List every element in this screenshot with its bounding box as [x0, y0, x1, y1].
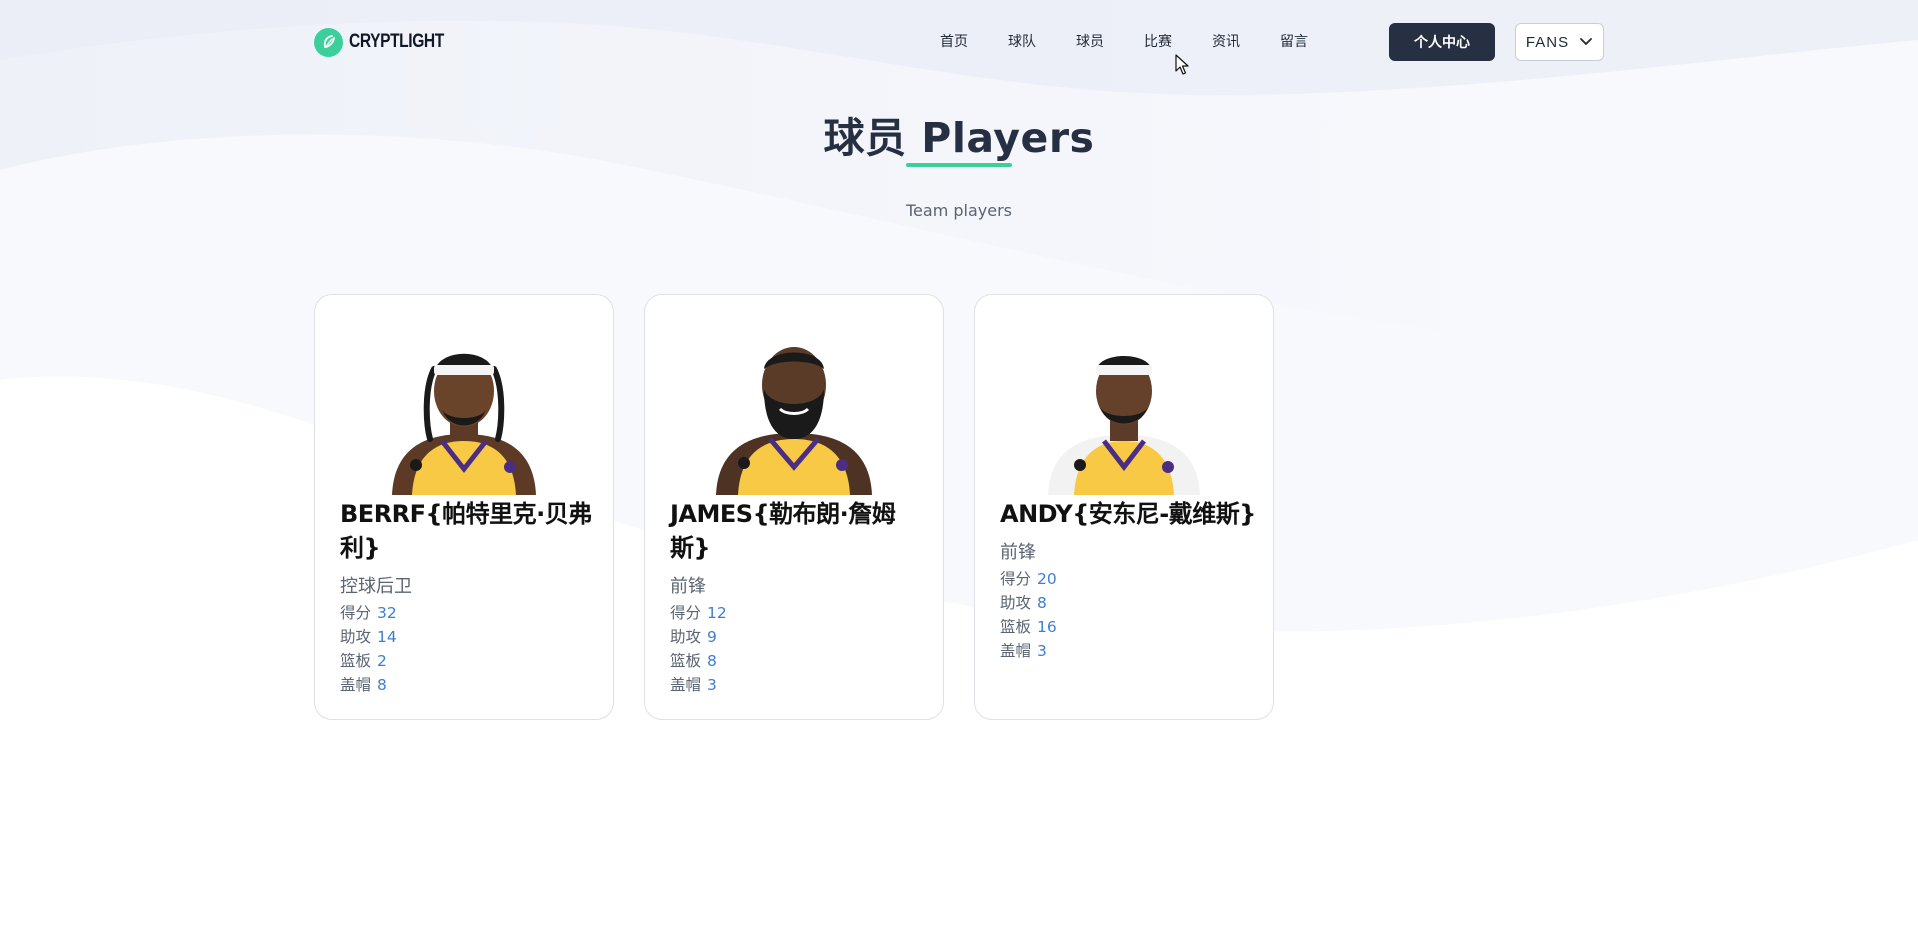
main-nav: 首页 球队 球员 比赛 资讯 留言 [940, 31, 1348, 53]
player-position: 前锋 [670, 576, 706, 597]
player-position: 前锋 [1000, 542, 1036, 563]
stat-label: 得分 [670, 604, 702, 622]
stat-label: 盖帽 [340, 676, 372, 694]
stat-value: 32 [377, 604, 397, 622]
stat-value: 14 [377, 628, 397, 646]
player-card[interactable]: ANDY{安东尼-戴维斯} 前锋 得分 20 助攻 8 篮板 16 盖帽 3 [974, 294, 1274, 720]
player-photo [392, 353, 536, 495]
title-underline [906, 163, 1012, 167]
nav-item-news[interactable]: 资讯 [1212, 31, 1280, 53]
player-card[interactable]: BERRF{帕特里克·贝弗利} 控球后卫 得分 32 助攻 14 篮板 2 盖帽 8 [314, 294, 614, 720]
fans-dropdown[interactable]: FANS [1515, 23, 1604, 61]
stat-rebounds: 篮板 2 [340, 649, 590, 673]
stat-value: 8 [377, 676, 387, 694]
stat-value: 8 [707, 652, 717, 670]
stat-value: 3 [707, 676, 717, 694]
stat-blocks: 盖帽 8 [340, 673, 590, 697]
player-stats: 前锋 得分 12 助攻 9 篮板 8 盖帽 3 [670, 575, 920, 697]
stat-label: 助攻 [670, 628, 702, 646]
stat-label: 得分 [1000, 570, 1032, 588]
stat-label: 助攻 [340, 628, 372, 646]
nav-item-home[interactable]: 首页 [940, 31, 1008, 53]
fans-dropdown-label: FANS [1525, 33, 1570, 51]
stat-label: 助攻 [1000, 594, 1032, 612]
personal-center-label: 个人中心 [1414, 35, 1470, 51]
stat-label: 篮板 [1000, 618, 1032, 636]
leaf-logo-icon [314, 27, 343, 57]
stat-value: 20 [1037, 570, 1057, 588]
personal-center-button[interactable]: 个人中心 [1389, 23, 1495, 61]
brand-name: CRYPTLIGHT [349, 31, 444, 52]
brand-logo[interactable]: CRYPTLIGHT [314, 27, 465, 57]
stat-points: 得分 20 [1000, 567, 1250, 591]
stat-rebounds: 篮板 16 [1000, 615, 1250, 639]
stat-assists: 助攻 8 [1000, 591, 1250, 615]
stat-label: 盖帽 [670, 676, 702, 694]
mouse-cursor-icon [1175, 54, 1189, 75]
nav-item-games[interactable]: 比赛 [1144, 31, 1212, 53]
page-title: 球员 Players [823, 114, 1095, 162]
stat-points: 得分 32 [340, 601, 590, 625]
page-subtitle: Team players [905, 201, 1012, 220]
chevron-down-icon [1580, 38, 1592, 45]
stat-value: 9 [707, 628, 717, 646]
player-stats: 控球后卫 得分 32 助攻 14 篮板 2 盖帽 8 [340, 575, 590, 697]
player-card[interactable]: JAMES{勒布朗·詹姆斯} 前锋 得分 12 助攻 9 篮板 8 盖帽 3 [644, 294, 944, 720]
top-navbar: CRYPTLIGHT 首页 球队 球员 比赛 资讯 留言 个人中心 FANS [0, 0, 1918, 84]
player-photo [716, 347, 872, 495]
stat-points: 得分 12 [670, 601, 920, 625]
stat-label: 得分 [340, 604, 372, 622]
stat-value: 8 [1037, 594, 1047, 612]
stat-assists: 助攻 14 [340, 625, 590, 649]
player-photo [1048, 356, 1200, 495]
player-name: BERRF{帕特里克·贝弗利} [340, 500, 592, 562]
player-position: 控球后卫 [340, 576, 412, 597]
stat-blocks: 盖帽 3 [670, 673, 920, 697]
stat-blocks: 盖帽 3 [1000, 639, 1250, 663]
player-name: ANDY{安东尼-戴维斯} [1000, 500, 1256, 528]
player-name: JAMES{勒布朗·詹姆斯} [670, 500, 896, 562]
stat-value: 3 [1037, 642, 1047, 660]
stat-value: 2 [377, 652, 387, 670]
stat-label: 篮板 [340, 652, 372, 670]
stat-value: 16 [1037, 618, 1057, 636]
nav-item-teams[interactable]: 球队 [1008, 31, 1076, 53]
stat-assists: 助攻 9 [670, 625, 920, 649]
stat-rebounds: 篮板 8 [670, 649, 920, 673]
stat-label: 篮板 [670, 652, 702, 670]
stat-label: 盖帽 [1000, 642, 1032, 660]
nav-item-players[interactable]: 球员 [1076, 31, 1144, 53]
stat-value: 12 [707, 604, 727, 622]
nav-item-messages[interactable]: 留言 [1280, 31, 1348, 53]
player-stats: 前锋 得分 20 助攻 8 篮板 16 盖帽 3 [1000, 541, 1250, 663]
